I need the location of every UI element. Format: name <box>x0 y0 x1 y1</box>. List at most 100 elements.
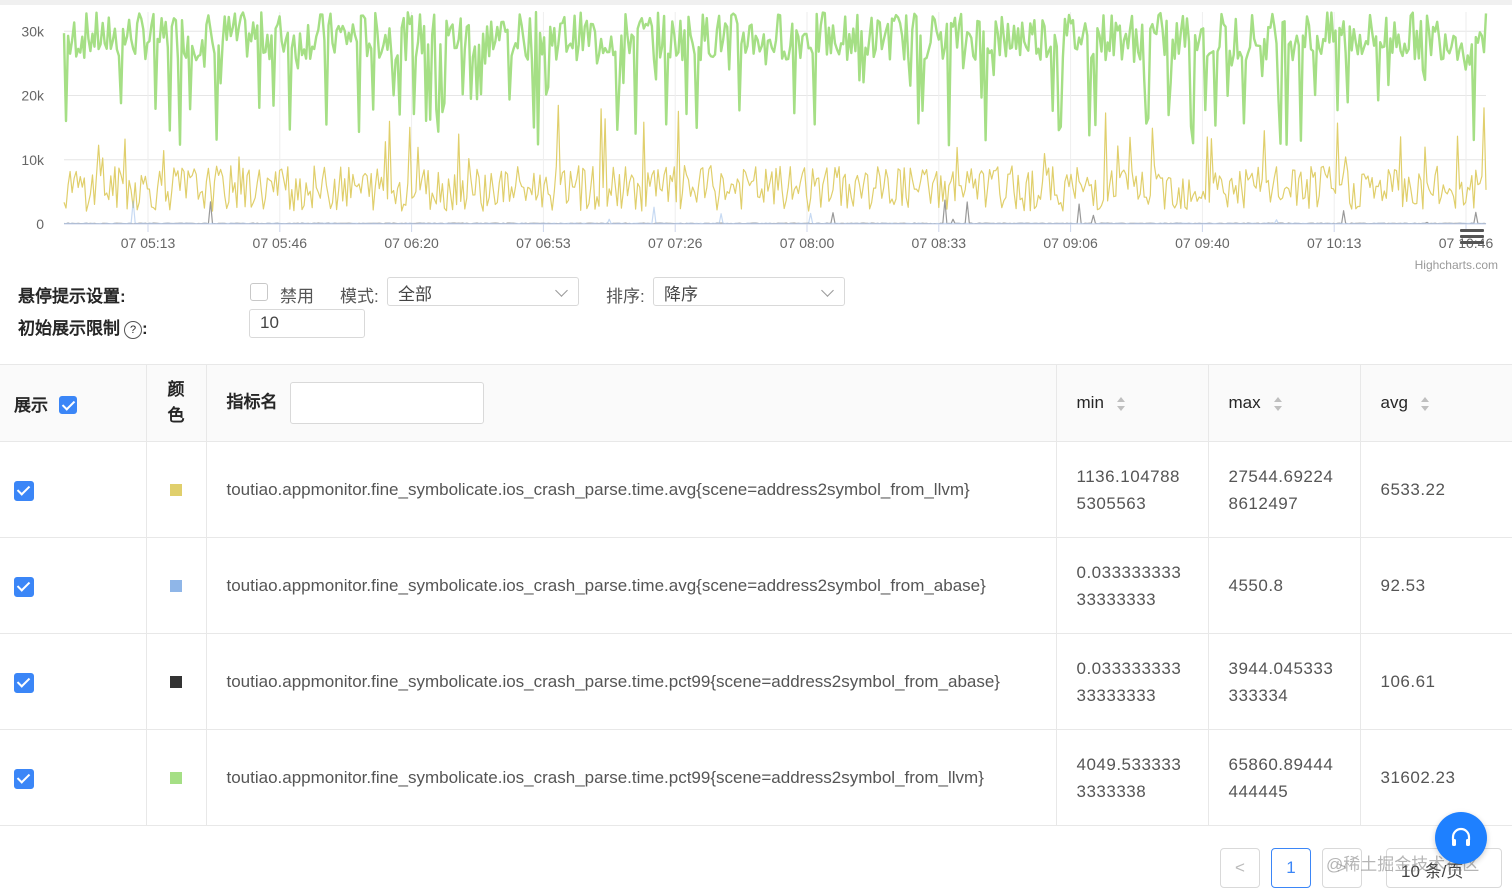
metric-name-cell: toutiao.appmonitor.fine_symbolicate.ios_… <box>206 441 1057 538</box>
chevron-down-icon <box>821 284 834 297</box>
color-column-header: 颜色 <box>146 364 207 442</box>
show-header-label: 展示 <box>14 395 48 415</box>
sort-select[interactable]: 降序 <box>653 277 845 306</box>
min-header-label: min <box>1076 393 1104 412</box>
headset-icon <box>1451 827 1471 846</box>
disable-label: 禁用 <box>280 287 314 306</box>
avg-column-header[interactable]: avg <box>1360 364 1512 442</box>
color-swatch <box>170 579 182 592</box>
y-tick-label: 0 <box>36 216 44 232</box>
disable-tooltip-checkbox[interactable] <box>250 283 268 301</box>
max-value: 27544.692248612497 <box>1228 466 1334 513</box>
min-value: 4049.5333333333338 <box>1076 754 1182 801</box>
sort-icon[interactable] <box>1273 396 1283 412</box>
avg-value: 106.61 <box>1380 672 1436 691</box>
tooltip-settings-label: 悬停提示设置: <box>18 287 126 306</box>
table-row: toutiao.appmonitor.fine_symbolicate.ios_… <box>0 537 1512 634</box>
max-cell: 4550.8 <box>1208 537 1361 634</box>
max-value: 65860.89444444445 <box>1228 754 1334 801</box>
timeseries-chart[interactable]: 0 10k 20k 30k 07 05:13 07 05:46 07 06:20 07 06:… <box>0 0 1512 262</box>
avg-value: 31602.23 <box>1380 768 1456 787</box>
support-float-button[interactable] <box>1435 812 1487 864</box>
row-show-checkbox[interactable] <box>14 576 34 597</box>
name-filter-input[interactable] <box>289 382 484 424</box>
min-value: 1136.1047885305563 <box>1076 466 1181 513</box>
metric-name: toutiao.appmonitor.fine_symbolicate.ios_… <box>226 576 986 595</box>
metric-name-cell: toutiao.appmonitor.fine_symbolicate.ios_… <box>206 537 1057 634</box>
metric-name: toutiao.appmonitor.fine_symbolicate.ios_… <box>226 480 970 499</box>
display-limit-label: 初始展示限制?: <box>18 314 148 339</box>
metric-name-cell: toutiao.appmonitor.fine_symbolicate.ios_… <box>206 729 1057 826</box>
chevron-down-icon <box>555 284 568 297</box>
color-swatch <box>170 483 182 496</box>
name-header-label: 指标名 <box>226 392 278 412</box>
x-tick-label: 07 09:40 <box>1175 235 1230 251</box>
display-limit-colon: : <box>142 319 148 338</box>
avg-cell: 31602.23 <box>1360 729 1512 826</box>
x-tick-label: 07 07:26 <box>648 235 703 251</box>
max-header-label: max <box>1228 393 1261 412</box>
row-color-cell <box>146 441 207 538</box>
max-cell: 3944.045333333334 <box>1208 633 1361 730</box>
row-show-checkbox[interactable] <box>14 672 34 693</box>
mode-select-value: 全部 <box>398 285 432 304</box>
table-header-row: 展示 颜色 指标名 min max avg <box>0 364 1512 442</box>
color-header-label: 颜色 <box>167 380 185 425</box>
display-limit-input[interactable]: 10 <box>249 309 365 338</box>
select-all-checkbox[interactable] <box>58 395 77 414</box>
min-cell: 1136.1047885305563 <box>1056 441 1209 538</box>
x-tick-label: 07 05:13 <box>121 235 176 251</box>
row-show-cell <box>0 537 147 634</box>
color-swatch <box>170 771 182 784</box>
metric-name: toutiao.appmonitor.fine_symbolicate.ios_… <box>226 768 984 787</box>
help-icon[interactable]: ? <box>124 321 142 339</box>
x-tick-label: 07 09:06 <box>1043 235 1098 251</box>
series-line <box>63 104 1487 212</box>
sort-label: 排序: <box>606 287 645 306</box>
chart-credits[interactable]: Highcharts.com <box>1415 258 1498 272</box>
avg-cell: 6533.22 <box>1360 441 1512 538</box>
row-color-cell <box>146 537 207 634</box>
x-tick-label: 07 08:33 <box>912 235 967 251</box>
table-row: toutiao.appmonitor.fine_symbolicate.ios_… <box>0 729 1512 826</box>
row-show-cell <box>0 633 147 730</box>
table-row: toutiao.appmonitor.fine_symbolicate.ios_… <box>0 633 1512 730</box>
sort-select-value: 降序 <box>664 285 698 304</box>
min-column-header[interactable]: min <box>1056 364 1209 442</box>
metric-name-cell: toutiao.appmonitor.fine_symbolicate.ios_… <box>206 633 1057 730</box>
y-tick-label: 20k <box>21 88 45 104</box>
mode-select[interactable]: 全部 <box>387 277 579 306</box>
chart-menu-icon[interactable] <box>1460 229 1484 247</box>
max-cell: 27544.692248612497 <box>1208 441 1361 538</box>
min-value: 0.03333333333333333 <box>1076 562 1182 609</box>
x-tick-label: 07 06:53 <box>516 235 571 251</box>
y-tick-label: 10k <box>21 152 45 168</box>
x-tick-label: 07 08:00 <box>780 235 835 251</box>
avg-cell: 92.53 <box>1360 537 1512 634</box>
series-line <box>62 10 1488 147</box>
min-value: 0.03333333333333333 <box>1076 658 1182 705</box>
metric-name: toutiao.appmonitor.fine_symbolicate.ios_… <box>226 672 1000 691</box>
row-show-cell <box>0 441 147 538</box>
x-tick-label: 07 05:46 <box>253 235 308 251</box>
series-line <box>64 200 1487 225</box>
x-tick-label: 07 06:20 <box>384 235 439 251</box>
show-column-header: 展示 <box>0 364 147 442</box>
mode-label: 模式: <box>340 287 379 306</box>
max-value: 3944.045333333334 <box>1228 658 1334 705</box>
max-column-header[interactable]: max <box>1208 364 1361 442</box>
series-line <box>63 199 1487 225</box>
y-tick-label: 30k <box>21 23 45 39</box>
display-limit-text: 初始展示限制 <box>18 319 120 338</box>
page-1-button[interactable]: 1 <box>1271 848 1311 888</box>
prev-page-button[interactable]: < <box>1220 848 1260 888</box>
color-swatch <box>170 675 182 688</box>
row-show-checkbox[interactable] <box>14 480 34 501</box>
metrics-table: 展示 颜色 指标名 min max avg toutiao.appmonitor… <box>0 364 1512 826</box>
sort-icon[interactable] <box>1116 396 1126 412</box>
x-tick-label: 07 10:13 <box>1307 235 1362 251</box>
sort-icon[interactable] <box>1420 396 1430 412</box>
row-show-checkbox[interactable] <box>14 768 34 789</box>
max-cell: 65860.89444444445 <box>1208 729 1361 826</box>
min-cell: 4049.5333333333338 <box>1056 729 1209 826</box>
